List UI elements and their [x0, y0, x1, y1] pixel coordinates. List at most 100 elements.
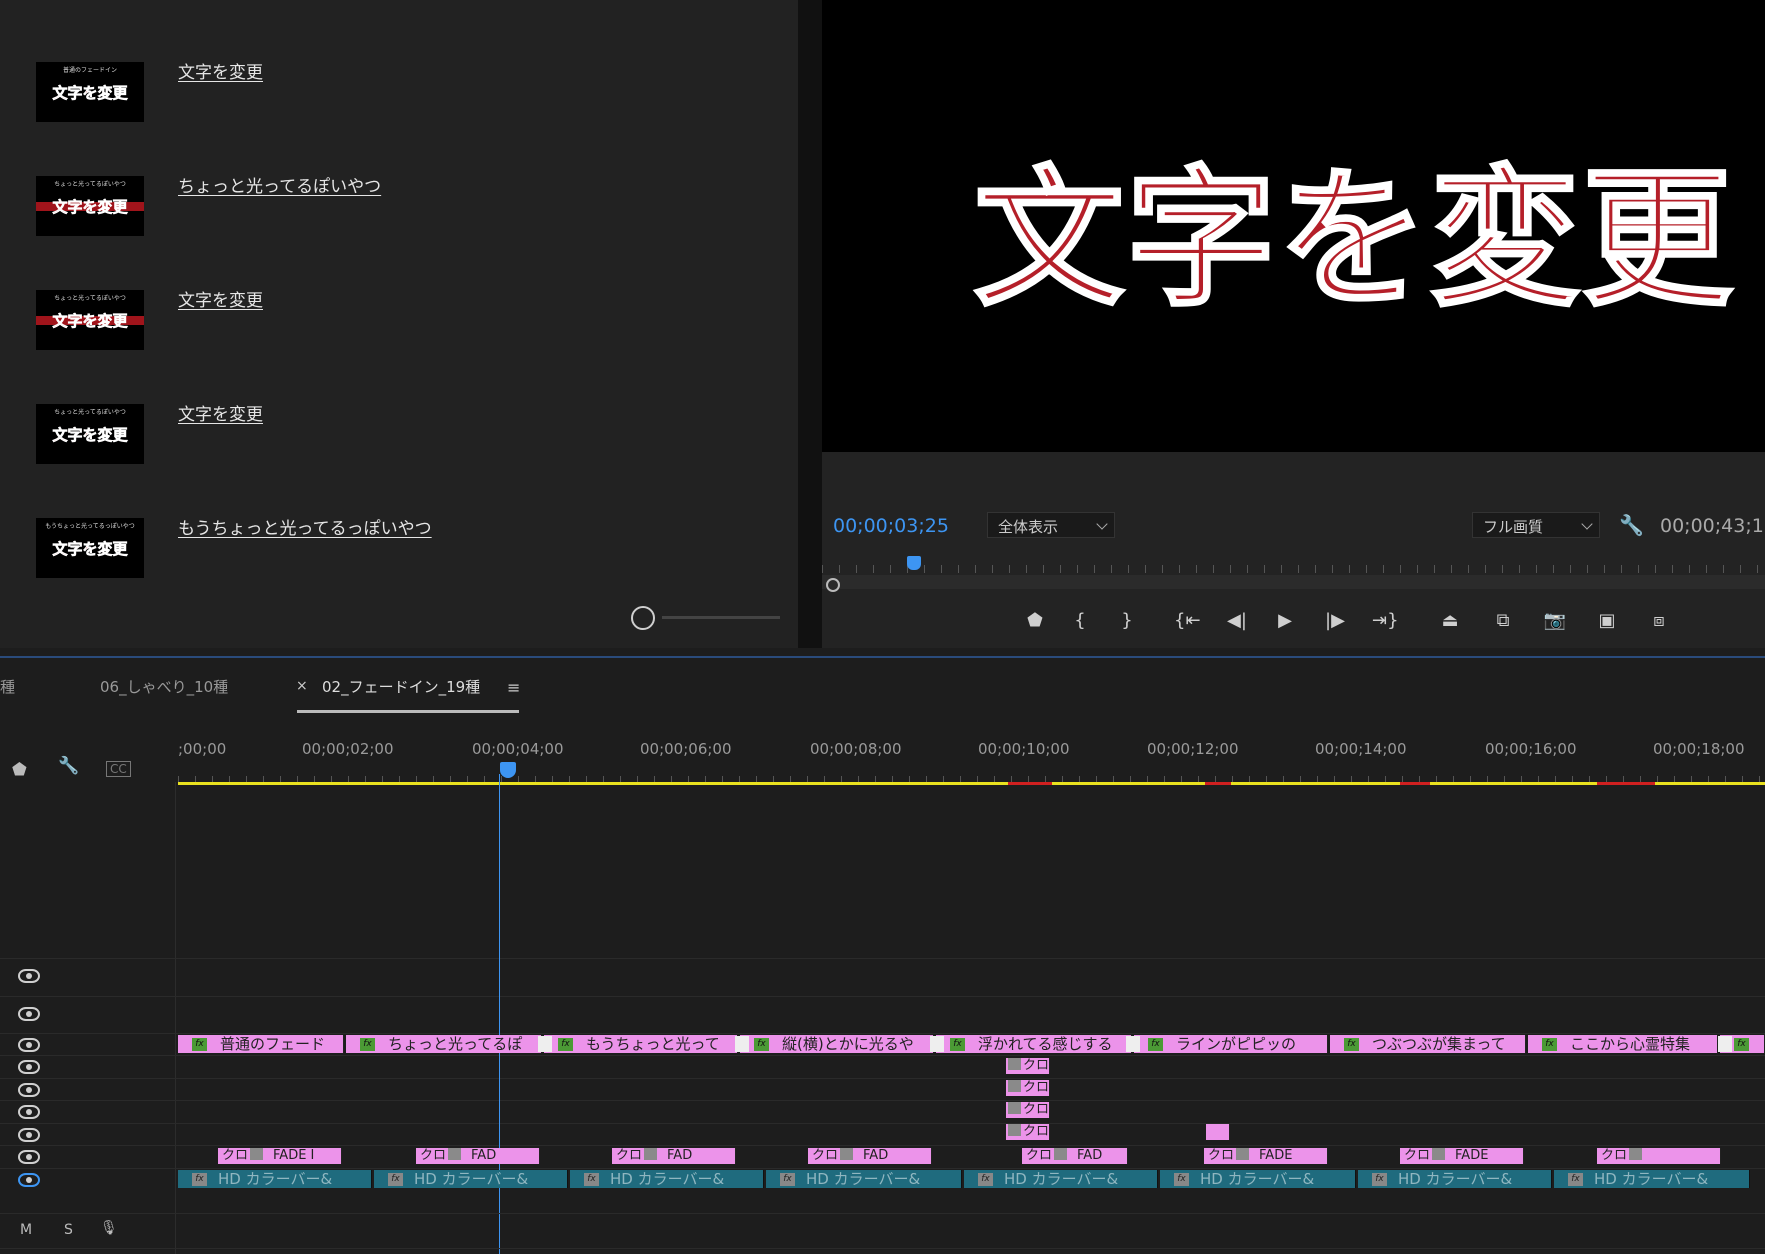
list-item[interactable]: ちょっと光ってるぽいやつ 文字を変更 ちょっと光ってるぽいやつ — [0, 162, 798, 276]
playback-resolution-select[interactable]: フル画質 — [1472, 512, 1600, 538]
program-playhead[interactable] — [906, 556, 921, 570]
thumbnail[interactable]: もうちょっと光ってるっぽいやつ 文字を変更 — [36, 518, 144, 578]
crossfade-clip[interactable]: クロ — [1006, 1124, 1050, 1140]
title-clip[interactable]: fx 縦(横)とかに光るや — [740, 1035, 934, 1053]
program-viewer[interactable]: 文字を変更 — [822, 0, 1765, 452]
panel-splitter[interactable] — [798, 0, 822, 648]
eye-icon[interactable] — [18, 1060, 40, 1074]
thumbnail[interactable]: ちょっと光ってるぽいやつ 文字を変更 — [36, 290, 144, 350]
list-item-label[interactable]: 文字を変更 — [178, 400, 263, 425]
list-item[interactable]: ちょっと光ってるぽいやつ 文字を変更 文字を変更 — [0, 390, 798, 504]
colorbars-clip[interactable]: fx HD カラーバー& — [178, 1170, 372, 1188]
colorbars-clip[interactable]: fx HD カラーバー& — [1160, 1170, 1356, 1188]
fade-clip[interactable]: クロ FADE — [1400, 1148, 1524, 1164]
timeline-ruler[interactable] — [178, 770, 1765, 782]
colorbars-clip[interactable]: fx HD カラーバー& — [570, 1170, 764, 1188]
fade-clip[interactable]: クロ FAD — [808, 1148, 932, 1164]
extract-icon[interactable]: ⧉ — [1490, 608, 1516, 634]
mute-button[interactable]: M — [20, 1222, 32, 1238]
crossfade-clip[interactable]: クロ — [1006, 1102, 1050, 1118]
captions-icon[interactable]: CC — [106, 761, 131, 777]
fade-clip[interactable]: クロ FADE — [1204, 1148, 1328, 1164]
tab-sequence-prev[interactable]: 種 — [0, 676, 15, 697]
eye-icon[interactable] — [18, 1105, 40, 1119]
thumbnail[interactable]: ちょっと光ってるぽいやつ 文字を変更 — [36, 176, 144, 236]
list-item-label[interactable]: ちょっと光ってるぽいやつ — [178, 172, 381, 197]
thumbnail-zoom-slider-track[interactable] — [662, 616, 780, 619]
play-icon[interactable]: ▶ — [1272, 608, 1298, 634]
step-back-icon[interactable]: ◀| — [1224, 608, 1250, 634]
lift-icon[interactable]: ⏏ — [1437, 608, 1463, 634]
eye-icon[interactable] — [18, 1007, 40, 1021]
colorbars-clip[interactable]: fx HD カラーバー& — [964, 1170, 1158, 1188]
title-clip[interactable]: fx 普通のフェード — [178, 1035, 344, 1053]
wrench-icon[interactable]: 🔧 — [58, 756, 79, 776]
title-clip[interactable]: fx ちょっと光ってるぽ — [346, 1035, 542, 1053]
eye-icon[interactable] — [18, 1173, 40, 1187]
fade-clip[interactable]: クロ FAD — [1022, 1148, 1128, 1164]
list-item[interactable]: ちょっと光ってるぽいやつ 文字を変更 文字を変更 — [0, 276, 798, 390]
fade-clip[interactable]: クロ FAD — [612, 1148, 736, 1164]
list-item[interactable]: もうちょっと光ってるっぽいやつ 文字を変更 もうちょっと光ってるっぽいやつ — [0, 504, 798, 618]
adjustment-clip[interactable] — [1206, 1124, 1230, 1140]
zoom-level-select[interactable]: 全体表示 — [987, 512, 1115, 538]
crossfade-clip[interactable]: クロ — [1006, 1058, 1050, 1074]
solo-button[interactable]: S — [64, 1222, 73, 1238]
thumbnail-zoom-slider-handle[interactable] — [631, 606, 655, 630]
eye-icon[interactable] — [18, 969, 40, 983]
title-clip[interactable]: fx もうちょっと光って — [544, 1035, 738, 1053]
export-frame-icon[interactable]: 📷 — [1542, 608, 1568, 634]
crossfade-clip[interactable]: クロ — [1006, 1080, 1050, 1096]
menu-icon[interactable]: ≡ — [507, 678, 520, 697]
thumbnail[interactable]: ちょっと光ってるぽいやつ 文字を変更 — [36, 404, 144, 464]
tab-06-shaberi[interactable]: 06_しゃべり_10種 — [100, 676, 228, 697]
eye-icon[interactable] — [18, 1150, 40, 1164]
transition-marker[interactable] — [930, 1036, 944, 1052]
transition-marker[interactable] — [538, 1036, 552, 1052]
list-item-label[interactable]: 文字を変更 — [178, 286, 263, 311]
eye-icon[interactable] — [18, 1128, 40, 1142]
colorbars-clip[interactable]: fx HD カラーバー& — [1358, 1170, 1552, 1188]
ruler-tick-label: 00;00;16;00 — [1485, 740, 1577, 758]
thumbnail[interactable]: 普通のフェードイン 文字を変更 — [36, 62, 144, 122]
mark-in-icon[interactable]: { — [1067, 608, 1093, 634]
title-clip[interactable]: fx ラインがピピッの — [1134, 1035, 1328, 1053]
marker-icon[interactable]: ⬟ — [1022, 608, 1048, 634]
colorbars-clip[interactable]: fx HD カラーバー& — [374, 1170, 568, 1188]
add-marker-icon[interactable]: ⬟ — [12, 760, 27, 780]
transition-marker[interactable] — [735, 1036, 749, 1052]
title-clip[interactable]: fx つぶつぶが集まって — [1330, 1035, 1526, 1053]
program-scrub-bar[interactable] — [822, 575, 1765, 589]
eye-icon[interactable] — [18, 1038, 40, 1052]
eye-icon[interactable] — [18, 1083, 40, 1097]
colorbars-clip[interactable]: fx HD カラーバー& — [1554, 1170, 1750, 1188]
list-item[interactable]: 普通のフェードイン 文字を変更 文字を変更 — [0, 48, 798, 162]
list-item-label[interactable]: 文字を変更 — [178, 58, 263, 83]
list-item-label[interactable]: もうちょっと光ってるっぽいやつ — [178, 514, 432, 539]
current-timecode[interactable]: 00;00;03;25 — [833, 515, 949, 537]
close-icon[interactable]: × — [296, 678, 308, 694]
title-clip[interactable]: fx 浮かれてる感じする — [936, 1035, 1132, 1053]
work-area-bar[interactable] — [178, 782, 1765, 785]
program-time-ruler[interactable] — [822, 555, 1765, 575]
transition-marker[interactable] — [1126, 1036, 1140, 1052]
fade-clip[interactable]: クロ FAD — [416, 1148, 540, 1164]
wrench-icon[interactable]: 🔧 — [1619, 513, 1644, 537]
zoom-handle-icon[interactable] — [826, 578, 840, 592]
mark-out-icon[interactable]: } — [1114, 608, 1140, 634]
colorbars-clip[interactable]: fx HD カラーバー& — [766, 1170, 962, 1188]
transition-marker[interactable] — [1718, 1036, 1732, 1052]
insert-icon[interactable]: ▣ — [1594, 608, 1620, 634]
step-forward-icon[interactable]: |▶ — [1322, 608, 1348, 634]
microphone-icon[interactable]: 🎙 — [100, 1220, 118, 1236]
timeline-playhead[interactable] — [500, 762, 516, 778]
title-clip[interactable]: fx ここから心霊特集 — [1528, 1035, 1718, 1053]
go-to-out-icon[interactable]: ⇥} — [1372, 608, 1399, 634]
tab-02-fadein[interactable]: 02_フェードイン_19種 — [322, 676, 480, 697]
fade-clip[interactable]: クロ FADE I — [218, 1148, 342, 1164]
thumbnail-caption: ちょっと光ってるぽいやつ — [54, 181, 126, 188]
fade-clip[interactable]: クロ — [1597, 1148, 1721, 1164]
fx-badge: fx — [950, 1038, 965, 1051]
overwrite-icon[interactable]: ⧈ — [1646, 608, 1672, 634]
go-to-in-icon[interactable]: {⇤ — [1174, 608, 1201, 634]
